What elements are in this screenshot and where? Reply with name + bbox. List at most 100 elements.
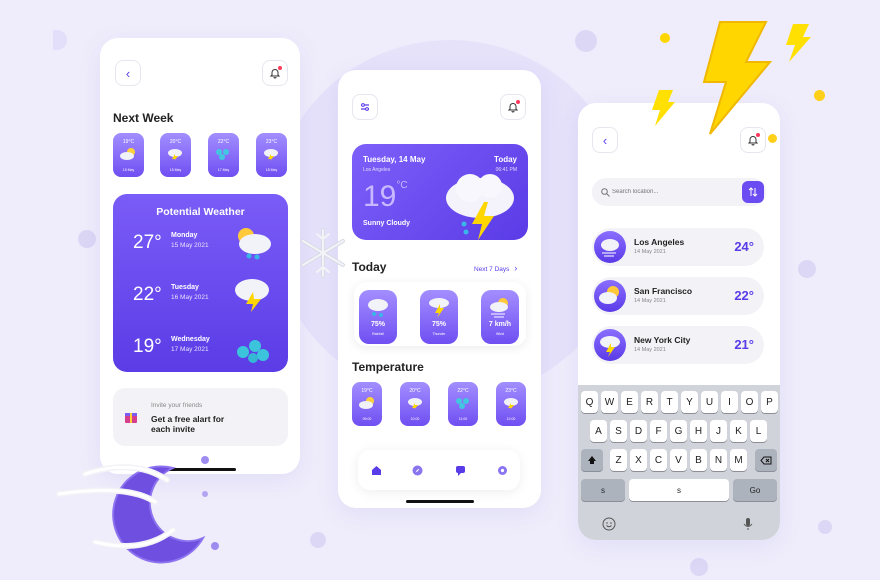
yellow-ball xyxy=(814,90,825,101)
week-date: 17 May xyxy=(217,168,230,172)
key-e[interactable]: E xyxy=(621,391,638,413)
city-name: Los Angeles xyxy=(634,237,685,247)
key-z[interactable]: Z xyxy=(610,449,627,471)
shift-key[interactable] xyxy=(581,449,603,471)
space-key[interactable]: s xyxy=(629,479,729,501)
stat-card[interactable]: 75% Rainfall xyxy=(359,290,397,344)
filter-button[interactable] xyxy=(742,181,764,203)
city-row[interactable]: San Francisco 14 May 2021 22° xyxy=(592,277,764,315)
home-icon xyxy=(371,465,381,475)
key-m[interactable]: M xyxy=(730,449,747,471)
week-temp: 22°C xyxy=(217,139,230,145)
key-f[interactable]: F xyxy=(650,420,667,442)
forecast-row[interactable]: 27° Monday 15 May 2021 xyxy=(133,224,273,264)
decor-dot xyxy=(818,520,832,534)
city-row[interactable]: New York City 14 May 2021 21° xyxy=(592,326,764,364)
key-a[interactable]: A xyxy=(590,420,607,442)
invite-line-2: each invite xyxy=(151,424,195,434)
back-button[interactable]: ‹ xyxy=(115,60,141,86)
filter-button[interactable] xyxy=(352,94,378,120)
city-row[interactable]: Los Angeles 14 May 2021 24° xyxy=(592,228,764,266)
key-i[interactable]: I xyxy=(721,391,738,413)
week-card[interactable]: 20°C 15 May xyxy=(160,133,191,177)
city-date: 14 May 2021 xyxy=(634,347,666,353)
notification-button[interactable] xyxy=(262,60,288,86)
key-b[interactable]: B xyxy=(690,449,707,471)
forecast-temp: 27° xyxy=(133,232,162,253)
delete-key[interactable] xyxy=(755,449,777,471)
current-weather-card[interactable]: Tuesday, 14 May Los Angeles Today 06:41 … xyxy=(352,144,528,240)
hourly-time: 12:00 xyxy=(506,417,516,421)
week-date: 18 May xyxy=(265,168,278,172)
key-r[interactable]: R xyxy=(641,391,658,413)
key-k[interactable]: K xyxy=(730,420,747,442)
storm-icon xyxy=(168,149,182,161)
storm-icon xyxy=(264,149,278,161)
microphone-icon[interactable] xyxy=(743,517,753,531)
key-p[interactable]: P xyxy=(761,391,778,413)
cloud-sun-icon xyxy=(120,148,135,160)
hourly-card[interactable]: 20°C 10:00 xyxy=(400,382,430,426)
key-n[interactable]: N xyxy=(710,449,727,471)
invite-card[interactable]: Invite your friends Get a free alart for… xyxy=(113,388,288,446)
hourly-card[interactable]: 19°C 09:00 xyxy=(352,382,382,426)
forecast-row[interactable]: 19° Wednesday 17 May 2021 xyxy=(133,328,273,368)
week-card[interactable]: 19°C 15 May xyxy=(113,133,144,177)
forecast-row[interactable]: 22° Tuesday 16 May 2021 xyxy=(133,276,273,316)
key-s[interactable]: S xyxy=(610,420,627,442)
stat-card[interactable]: 7 km/h Wind xyxy=(481,290,519,344)
hourly-card[interactable]: 22°C 11:00 xyxy=(448,382,478,426)
hail-icon xyxy=(237,340,269,363)
city-date: 14 May 2021 xyxy=(634,249,666,255)
forecast-day: Tuesday xyxy=(171,284,199,291)
yellow-ball xyxy=(768,134,777,143)
storm-icon xyxy=(594,329,626,361)
key-g[interactable]: G xyxy=(670,420,687,442)
key-o[interactable]: O xyxy=(741,391,758,413)
notification-button[interactable] xyxy=(500,94,526,120)
key-w[interactable]: W xyxy=(601,391,618,413)
potential-weather-card: Potential Weather 27° Monday 15 May 2021… xyxy=(113,194,288,372)
key-l[interactable]: L xyxy=(750,420,767,442)
key-h[interactable]: H xyxy=(690,420,707,442)
week-card[interactable]: 22°C 17 May xyxy=(208,133,239,177)
nav-settings[interactable] xyxy=(494,462,510,478)
decor-dot xyxy=(78,230,96,248)
keyboard: Q W E R T Y U I O P A S D F G H J K L Z … xyxy=(578,385,780,540)
key-x[interactable]: X xyxy=(630,449,647,471)
nav-messages[interactable] xyxy=(452,462,468,478)
search-input[interactable] xyxy=(612,184,722,200)
today-screen: Tuesday, 14 May Los Angeles Today 06:41 … xyxy=(338,70,541,508)
key-t[interactable]: T xyxy=(661,391,678,413)
week-card[interactable]: 23°C 18 May xyxy=(256,133,287,177)
hourly-time: 11:00 xyxy=(458,417,468,421)
nav-home[interactable] xyxy=(368,462,384,478)
key-v[interactable]: V xyxy=(670,449,687,471)
key-d[interactable]: D xyxy=(630,420,647,442)
numbers-key[interactable]: s xyxy=(581,479,625,501)
sliders-icon xyxy=(361,103,369,111)
back-button[interactable]: ‹ xyxy=(592,127,618,153)
key-j[interactable]: J xyxy=(710,420,727,442)
stat-card[interactable]: 75% Thunder xyxy=(420,290,458,344)
emoji-icon[interactable] xyxy=(602,517,616,531)
lightning-bolt-large-decoration xyxy=(702,21,773,135)
stat-value: 75% xyxy=(431,321,446,328)
moon-wind-decoration xyxy=(56,456,219,564)
search-icon xyxy=(601,188,610,197)
week-date: 15 May xyxy=(169,168,182,172)
hourly-card[interactable]: 23°C 12:00 xyxy=(496,382,526,426)
key-u[interactable]: U xyxy=(701,391,718,413)
today-stats-card: 75% Rainfall 75% Thunder 7 km/h Wind xyxy=(354,282,526,346)
storm-cloud-icon xyxy=(446,174,514,240)
key-y[interactable]: Y xyxy=(681,391,698,413)
nav-explore[interactable] xyxy=(409,462,425,478)
forecast-day: Monday xyxy=(171,232,198,239)
forecast-temp: 22° xyxy=(133,284,162,305)
chat-icon xyxy=(455,465,465,476)
key-q[interactable]: Q xyxy=(581,391,598,413)
key-c[interactable]: C xyxy=(650,449,667,471)
invite-subtitle: Invite your friends xyxy=(151,402,203,409)
go-key[interactable]: Go xyxy=(733,479,777,501)
next-7-days-link[interactable]: Next 7 Days › xyxy=(474,263,517,273)
